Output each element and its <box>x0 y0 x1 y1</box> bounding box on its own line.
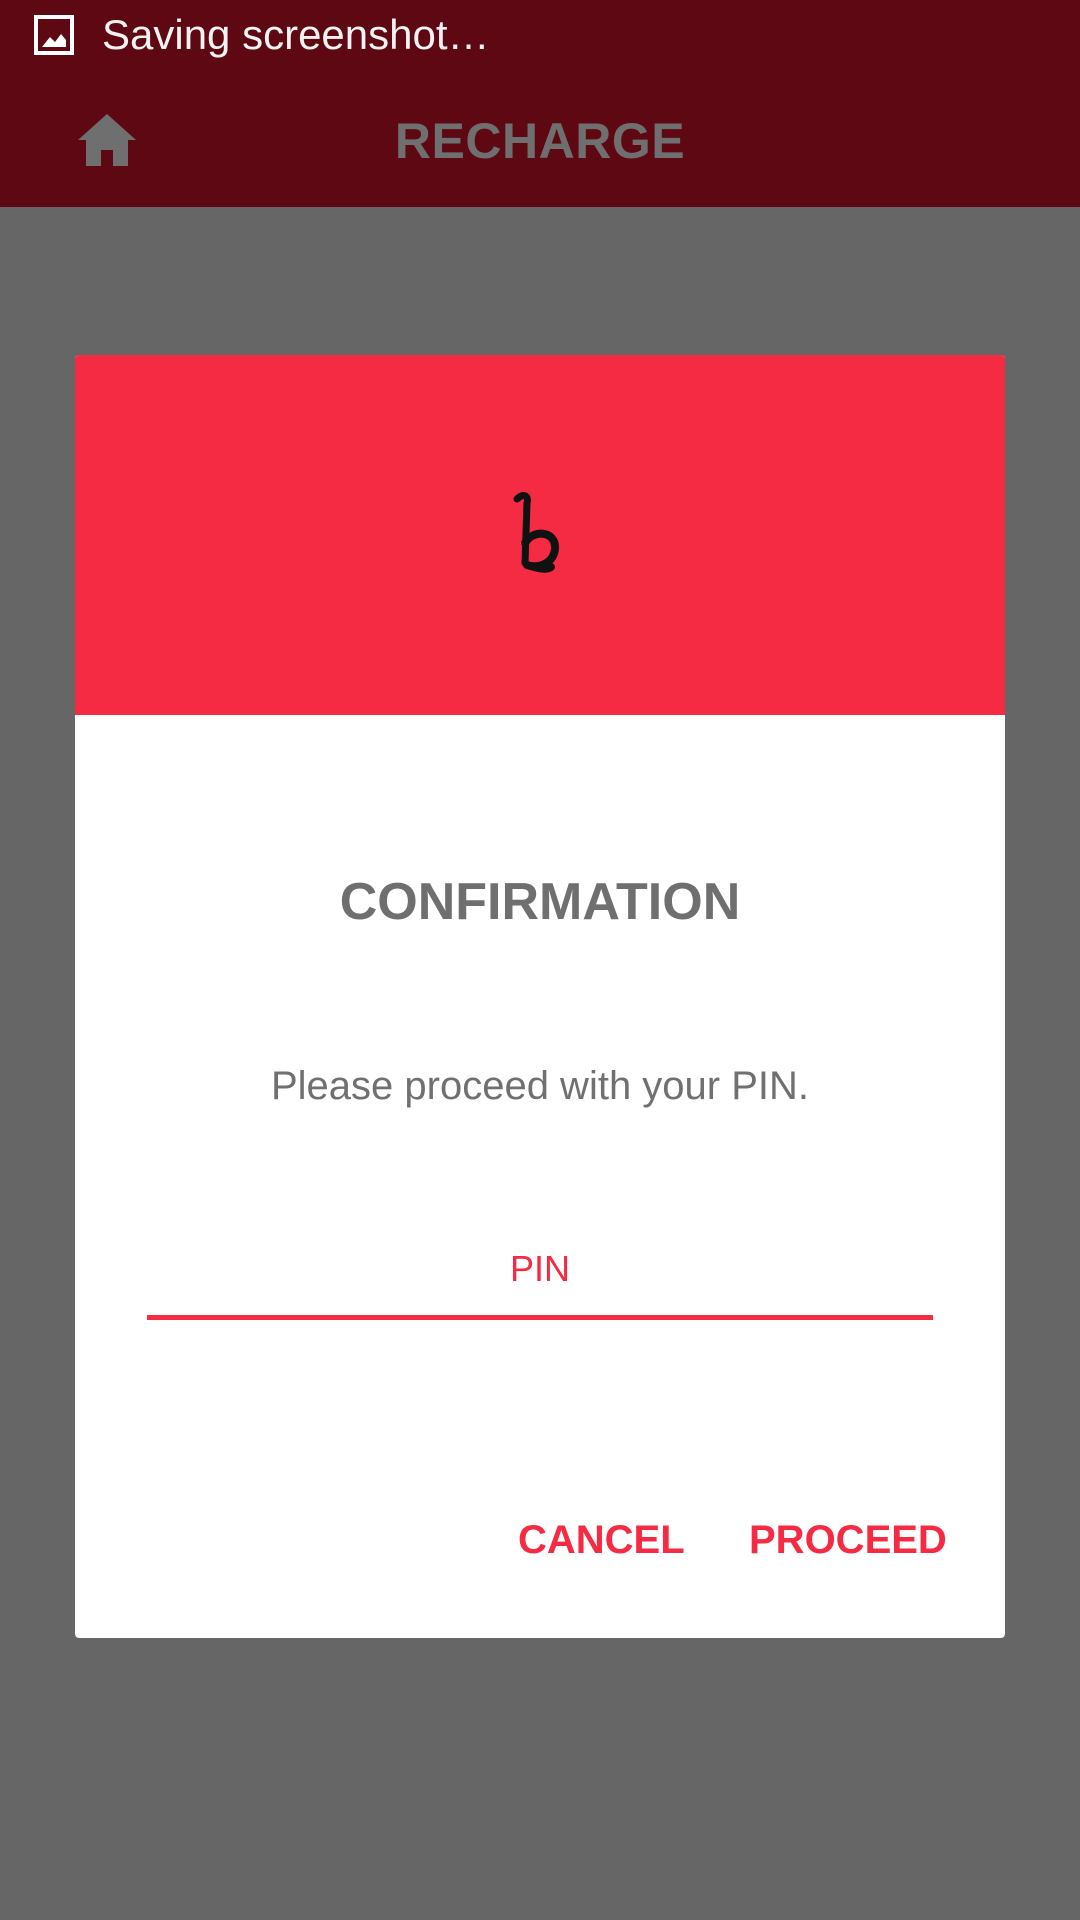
dialog-message: Please proceed with your PIN. <box>270 1064 810 1108</box>
confirmation-dialog: CONFIRMATION Please proceed with your PI… <box>75 355 1005 1638</box>
status-notification-text: Saving screenshot… <box>102 11 490 58</box>
status-bar: Saving screenshot… <box>0 0 1080 70</box>
cancel-button[interactable]: CANCEL <box>518 1515 685 1565</box>
pin-field <box>147 1225 933 1320</box>
app-bar: RECHARGE <box>0 70 1080 207</box>
dialog-header <box>75 355 1005 715</box>
pin-underline <box>147 1315 933 1320</box>
bkash-logo-icon <box>505 485 575 585</box>
dialog-title: CONFIRMATION <box>339 873 741 931</box>
proceed-button[interactable]: PROCEED <box>749 1515 947 1565</box>
page-title: RECHARGE <box>394 113 686 169</box>
screenshot-image-icon <box>34 15 74 55</box>
pin-input[interactable] <box>147 1225 933 1313</box>
